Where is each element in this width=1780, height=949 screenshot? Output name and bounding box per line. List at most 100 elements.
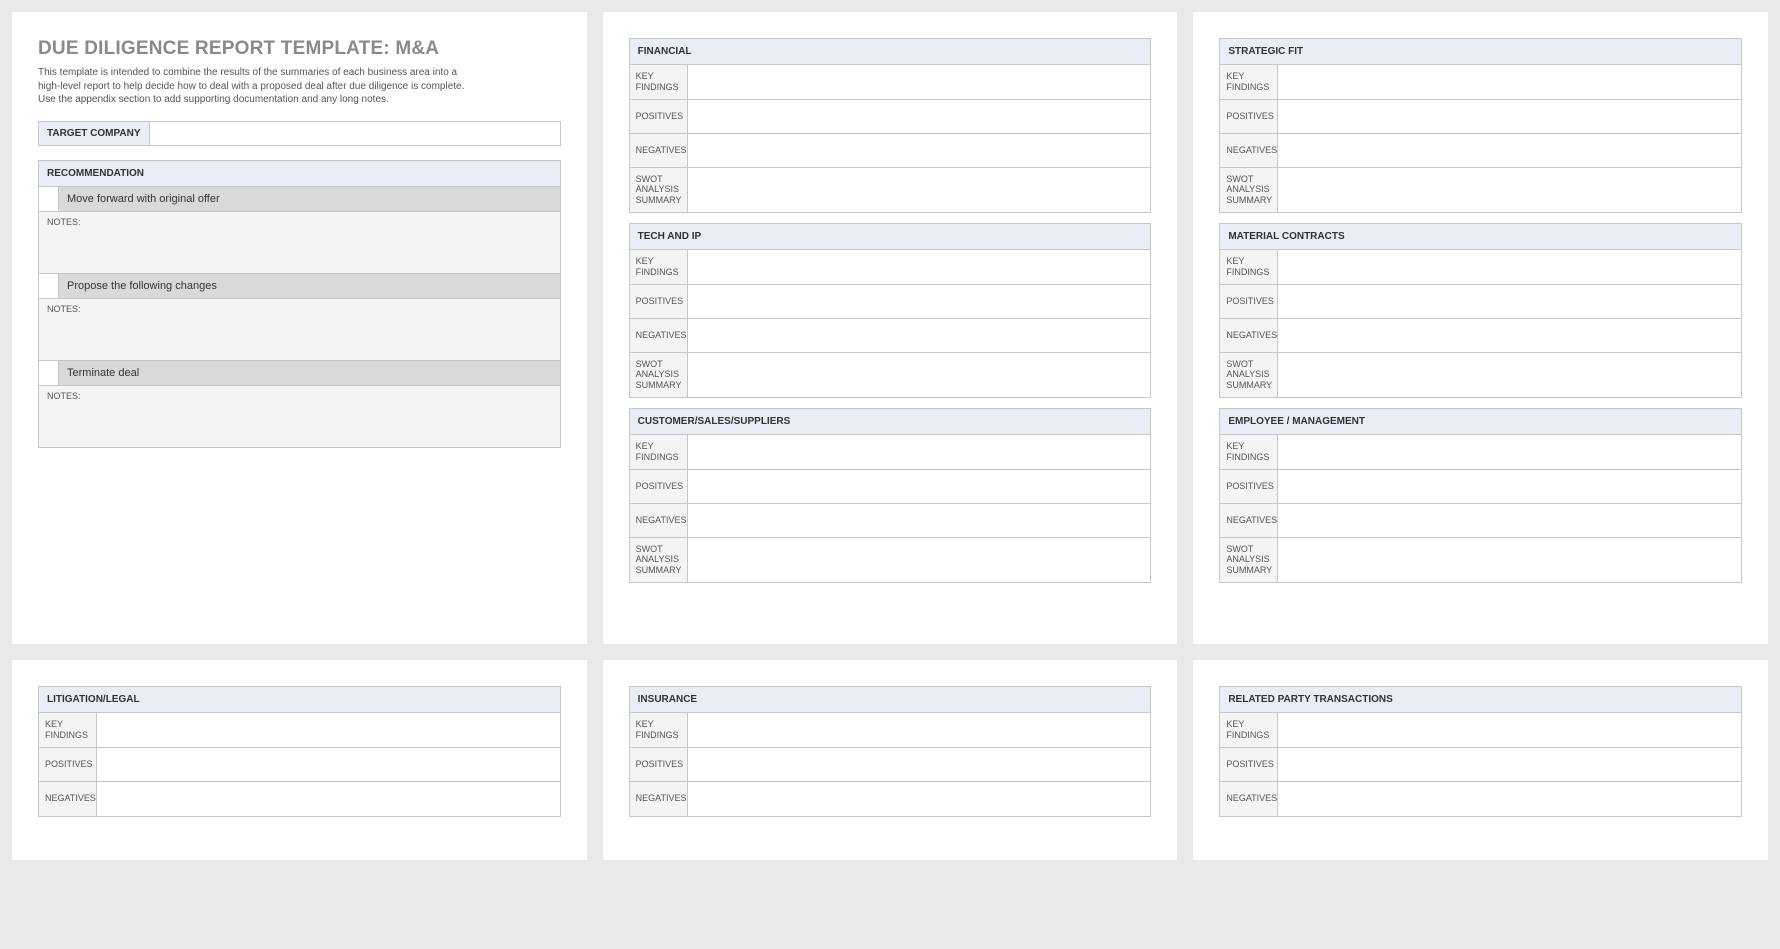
- material-key-findings[interactable]: [1278, 250, 1741, 284]
- strategic-swot[interactable]: [1278, 168, 1741, 212]
- insurance-key-findings[interactable]: [688, 713, 1151, 747]
- section-strategic-header: STRATEGIC FIT: [1220, 39, 1741, 65]
- section-insurance: INSURANCE KEY FINDINGS POSITIVES NEGATIV…: [629, 686, 1152, 817]
- strategic-negatives[interactable]: [1278, 134, 1741, 167]
- row-label: KEY FINDINGS: [1220, 713, 1278, 747]
- rec-option-terminate-checkbox[interactable]: [39, 361, 59, 385]
- card-litigation: LITIGATION/LEGAL KEY FINDINGS POSITIVES …: [12, 660, 587, 860]
- financial-negatives[interactable]: [688, 134, 1151, 167]
- row-label: POSITIVES: [630, 100, 688, 133]
- section-litigation: LITIGATION/LEGAL KEY FINDINGS POSITIVES …: [38, 686, 561, 817]
- financial-swot[interactable]: [688, 168, 1151, 212]
- litigation-negatives[interactable]: [97, 782, 560, 816]
- page-grid: DUE DILIGENCE REPORT TEMPLATE: M&A This …: [12, 12, 1768, 860]
- rec-option-terminate-notes-label: NOTES:: [47, 391, 552, 401]
- section-material-header: MATERIAL CONTRACTS: [1220, 224, 1741, 250]
- target-company-label: TARGET COMPANY: [39, 122, 150, 145]
- tech-negatives[interactable]: [688, 319, 1151, 352]
- recommendation-header: RECOMMENDATION: [39, 161, 560, 187]
- row-label: KEY FINDINGS: [630, 250, 688, 284]
- section-employee: EMPLOYEE / MANAGEMENT KEY FINDINGS POSIT…: [1219, 408, 1742, 583]
- row-label: KEY FINDINGS: [1220, 250, 1278, 284]
- card-mid-top: FINANCIAL KEY FINDINGS POSITIVES NEGATIV…: [603, 12, 1178, 644]
- section-material: MATERIAL CONTRACTS KEY FINDINGS POSITIVE…: [1219, 223, 1742, 398]
- row-label: SWOT ANALYSIS SUMMARY: [630, 353, 688, 397]
- section-financial-header: FINANCIAL: [630, 39, 1151, 65]
- insurance-positives[interactable]: [688, 748, 1151, 781]
- employee-positives[interactable]: [1278, 470, 1741, 503]
- rec-option-terminate-notes: NOTES:: [39, 386, 560, 447]
- tech-key-findings[interactable]: [688, 250, 1151, 284]
- row-label: SWOT ANALYSIS SUMMARY: [630, 538, 688, 582]
- rec-option-terminate-notes-body[interactable]: [47, 401, 552, 447]
- section-related-header: RELATED PARTY TRANSACTIONS: [1220, 687, 1741, 713]
- row-label: POSITIVES: [630, 470, 688, 503]
- row-label: NEGATIVES: [1220, 134, 1278, 167]
- strategic-positives[interactable]: [1278, 100, 1741, 133]
- card-insurance: INSURANCE KEY FINDINGS POSITIVES NEGATIV…: [603, 660, 1178, 860]
- financial-key-findings[interactable]: [688, 65, 1151, 99]
- material-positives[interactable]: [1278, 285, 1741, 318]
- row-label: NEGATIVES: [1220, 319, 1278, 352]
- customer-positives[interactable]: [688, 470, 1151, 503]
- related-positives[interactable]: [1278, 748, 1741, 781]
- insurance-negatives[interactable]: [688, 782, 1151, 816]
- card-right-top: STRATEGIC FIT KEY FINDINGS POSITIVES NEG…: [1193, 12, 1768, 644]
- employee-swot[interactable]: [1278, 538, 1741, 582]
- tech-positives[interactable]: [688, 285, 1151, 318]
- rec-option-changes: Propose the following changes: [39, 274, 560, 299]
- section-tech-ip-header: TECH AND IP: [630, 224, 1151, 250]
- card-overview: DUE DILIGENCE REPORT TEMPLATE: M&A This …: [12, 12, 587, 644]
- section-strategic: STRATEGIC FIT KEY FINDINGS POSITIVES NEG…: [1219, 38, 1742, 213]
- row-label: SWOT ANALYSIS SUMMARY: [630, 168, 688, 212]
- row-label: NEGATIVES: [39, 782, 97, 816]
- section-customer-header: CUSTOMER/SALES/SUPPLIERS: [630, 409, 1151, 435]
- employee-key-findings[interactable]: [1278, 435, 1741, 469]
- related-negatives[interactable]: [1278, 782, 1741, 816]
- row-label: NEGATIVES: [1220, 782, 1278, 816]
- litigation-positives[interactable]: [97, 748, 560, 781]
- row-label: KEY FINDINGS: [630, 65, 688, 99]
- rec-option-changes-checkbox[interactable]: [39, 274, 59, 298]
- section-tech-ip: TECH AND IP KEY FINDINGS POSITIVES NEGAT…: [629, 223, 1152, 398]
- rec-option-forward-notes-body[interactable]: [47, 227, 552, 273]
- row-label: POSITIVES: [1220, 285, 1278, 318]
- card-related: RELATED PARTY TRANSACTIONS KEY FINDINGS …: [1193, 660, 1768, 860]
- rec-option-forward-label: Move forward with original offer: [59, 187, 560, 211]
- section-customer: CUSTOMER/SALES/SUPPLIERS KEY FINDINGS PO…: [629, 408, 1152, 583]
- rec-option-terminate: Terminate deal: [39, 361, 560, 386]
- row-label: POSITIVES: [39, 748, 97, 781]
- rec-option-forward-checkbox[interactable]: [39, 187, 59, 211]
- customer-negatives[interactable]: [688, 504, 1151, 537]
- recommendation-box: RECOMMENDATION Move forward with origina…: [38, 160, 561, 448]
- material-negatives[interactable]: [1278, 319, 1741, 352]
- row-label: POSITIVES: [630, 748, 688, 781]
- customer-key-findings[interactable]: [688, 435, 1151, 469]
- financial-positives[interactable]: [688, 100, 1151, 133]
- row-label: POSITIVES: [1220, 748, 1278, 781]
- tech-swot[interactable]: [688, 353, 1151, 397]
- strategic-key-findings[interactable]: [1278, 65, 1741, 99]
- section-financial: FINANCIAL KEY FINDINGS POSITIVES NEGATIV…: [629, 38, 1152, 213]
- related-key-findings[interactable]: [1278, 713, 1741, 747]
- section-employee-header: EMPLOYEE / MANAGEMENT: [1220, 409, 1741, 435]
- row-label: NEGATIVES: [630, 504, 688, 537]
- row-label: KEY FINDINGS: [630, 435, 688, 469]
- row-label: KEY FINDINGS: [630, 713, 688, 747]
- section-insurance-header: INSURANCE: [630, 687, 1151, 713]
- row-label: SWOT ANALYSIS SUMMARY: [1220, 353, 1278, 397]
- rec-option-changes-label: Propose the following changes: [59, 274, 560, 298]
- row-label: NEGATIVES: [630, 319, 688, 352]
- employee-negatives[interactable]: [1278, 504, 1741, 537]
- target-company-input[interactable]: [150, 122, 560, 145]
- material-swot[interactable]: [1278, 353, 1741, 397]
- rec-option-forward-notes-label: NOTES:: [47, 217, 552, 227]
- page-title: DUE DILIGENCE REPORT TEMPLATE: M&A: [38, 38, 561, 60]
- section-litigation-header: LITIGATION/LEGAL: [39, 687, 560, 713]
- customer-swot[interactable]: [688, 538, 1151, 582]
- rec-option-changes-notes-body[interactable]: [47, 314, 552, 360]
- rec-option-changes-notes: NOTES:: [39, 299, 560, 361]
- row-label: KEY FINDINGS: [39, 713, 97, 747]
- row-label: SWOT ANALYSIS SUMMARY: [1220, 538, 1278, 582]
- litigation-key-findings[interactable]: [97, 713, 560, 747]
